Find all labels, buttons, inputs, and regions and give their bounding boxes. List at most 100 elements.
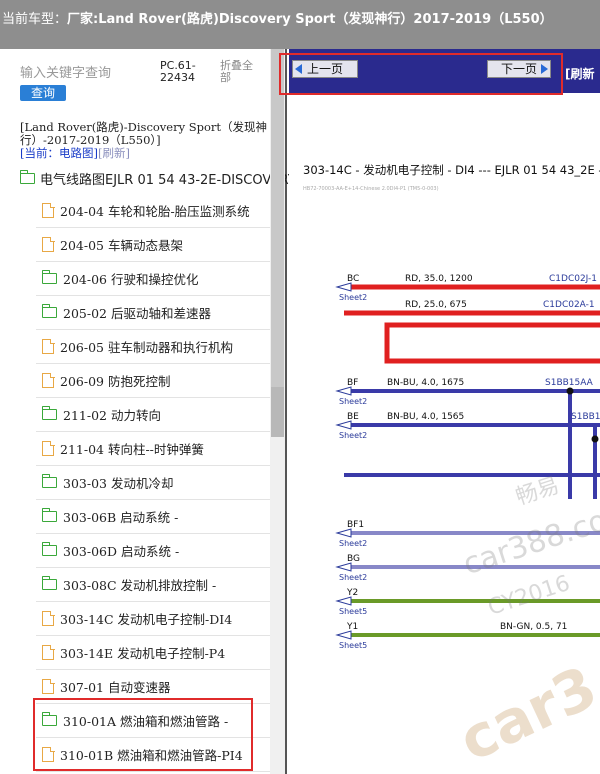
tree-item-label: 211-04 转向柱--时钟弹簧 xyxy=(60,442,204,457)
wire-sheet-link: Sheet5 xyxy=(339,607,367,616)
tree-item-label: 303-14C 发动机电子控制-DI4 xyxy=(60,612,233,627)
refresh-button[interactable]: [刷新 xyxy=(565,65,595,82)
wire-tag: BF xyxy=(347,378,358,388)
search-input[interactable]: 输入关键字查询 xyxy=(20,62,111,81)
wire-sheet-link: Sheet2 xyxy=(339,573,367,582)
tree-item-label: 303-14E 发动机电子控制-P4 xyxy=(60,646,226,661)
vehicle-name: 厂家:Land Rover(路虎)Discovery Sport（发现神行）20… xyxy=(67,12,553,27)
tree-item-label: 206-09 防抱死控制 xyxy=(60,374,171,389)
search-button[interactable]: 查询 xyxy=(20,85,66,101)
folder-icon xyxy=(41,406,57,420)
vehicle-label: 当前车型： xyxy=(2,12,68,27)
tree-item-label: 204-06 行驶和操控优化 xyxy=(63,272,199,287)
wire-sheet-link: Sheet2 xyxy=(339,539,367,548)
tree-item[interactable]: 303-06B 启动系统 - xyxy=(36,500,270,534)
wire-sheet-link: Sheet2 xyxy=(339,397,367,406)
wire-arrow xyxy=(335,282,352,292)
folder-icon xyxy=(41,474,57,488)
document-icon xyxy=(42,644,55,660)
collapse-all-link[interactable]: 折叠全部 xyxy=(220,60,260,84)
wire-spec: RD, 25.0, 675 xyxy=(405,300,467,310)
junction-dot xyxy=(566,387,574,395)
tree-item[interactable]: 204-06 行驶和操控优化 xyxy=(36,262,270,296)
wire-tag: BF1 xyxy=(347,520,364,530)
wire-tag: BE xyxy=(347,412,359,422)
folder-icon xyxy=(41,508,57,522)
wire-tag: BC xyxy=(347,274,359,284)
sidebar-scrollbar[interactable] xyxy=(270,49,285,774)
tree-root-label: 电气线路图EJLR 01 54 43-2E-DISCOVERY xyxy=(40,173,296,188)
wire-spec: BN-BU, 4.0, 1565 xyxy=(387,412,464,422)
tree-item-label: 303-03 发动机冷却 xyxy=(63,476,174,491)
tree-item[interactable]: 303-03 发动机冷却 xyxy=(36,466,270,500)
tree-item-label: 206-05 驻车制动器和执行机构 xyxy=(60,340,233,355)
tree-item[interactable]: 303-08C 发动机排放控制 - xyxy=(36,568,270,602)
document-icon xyxy=(42,372,55,388)
wire-spec: BN-BU, 4.0, 1675 xyxy=(387,378,464,388)
wire-sheet-link: Sheet2 xyxy=(339,431,367,440)
tree-item-label: 303-06D 启动系统 - xyxy=(63,544,180,559)
current-section-link[interactable]: [当前：电路图] xyxy=(20,146,98,160)
breadcrumb-path: [Land Rover(路虎)-Discovery Sport（发现神行）-20… xyxy=(20,120,268,147)
tree-item-label: 303-08C 发动机排放控制 - xyxy=(63,578,217,593)
pc-code: PC.61-22434 xyxy=(160,59,196,84)
tree-item[interactable]: 211-04 转向柱--时钟弹簧 xyxy=(36,432,270,466)
connector-label: S1BB15AA xyxy=(545,378,594,388)
tree-item[interactable]: 206-05 驻车制动器和执行机构 xyxy=(36,330,270,364)
highlight-box-left xyxy=(33,698,253,771)
wire-arrow xyxy=(335,386,352,396)
tree-root[interactable]: 电气线路图EJLR 01 54 43-2E-DISCOVERY xyxy=(19,169,296,188)
document-icon xyxy=(42,678,55,694)
wire-arrow xyxy=(335,562,352,572)
document-icon xyxy=(42,610,55,626)
wire-spec: RD, 35.0, 1200 xyxy=(405,274,473,284)
search-area: 输入关键字查询 查询 PC.61-22434 折叠全部 xyxy=(20,59,270,101)
junction-dot xyxy=(591,435,599,443)
diagram-viewer: 上一页 下一页 [刷新 303-14C - 发动机电子控制 - DI4 --- … xyxy=(289,49,600,774)
tree-item-label: 307-01 自动变速器 xyxy=(60,680,171,695)
folder-icon xyxy=(41,304,57,318)
connector-label: C1DC02A-1 xyxy=(543,300,595,310)
wire-tag: Y1 xyxy=(346,622,358,632)
document-icon xyxy=(42,338,55,354)
wire-sheet-link: Sheet5 xyxy=(339,641,367,650)
wire-tag: BG xyxy=(347,554,360,564)
tree-item[interactable]: 303-14E 发动机电子控制-P4 xyxy=(36,636,270,670)
wire-arrow xyxy=(335,420,352,430)
folder-icon xyxy=(41,542,57,556)
document-icon xyxy=(42,236,55,252)
folder-icon xyxy=(41,576,57,590)
vehicle-header: 当前车型：厂家:Land Rover(路虎)Discovery Sport（发现… xyxy=(0,0,600,49)
tree-item[interactable]: 206-09 防抱死控制 xyxy=(36,364,270,398)
scrollbar-track-fill xyxy=(271,49,284,387)
wire-arrow xyxy=(335,630,352,640)
wire-tag: Y2 xyxy=(346,588,358,598)
tree-item-label: 211-02 动力转向 xyxy=(63,408,161,423)
folder-icon xyxy=(19,170,35,184)
document-icon xyxy=(42,440,55,456)
tree-item[interactable]: 303-06D 启动系统 - xyxy=(36,534,270,568)
connector-label: C1DC02J-1 xyxy=(549,274,597,284)
catalog-sidebar: 输入关键字查询 查询 PC.61-22434 折叠全部 [Land Rover(… xyxy=(0,49,296,774)
wire-arrow xyxy=(335,528,352,538)
tree-item[interactable]: 204-05 车辆动态悬架 xyxy=(36,228,270,262)
scrollbar-thumb[interactable] xyxy=(271,387,284,437)
tree-item[interactable]: 303-14C 发动机电子控制-DI4 xyxy=(36,602,270,636)
document-icon xyxy=(42,202,55,218)
diagram-subtitle: HB72-70003-AA-E+14-Chinese 2.0DI4-P1 (TM… xyxy=(303,186,439,192)
breadcrumb: [Land Rover(路虎)-Discovery Sport（发现神行）-20… xyxy=(20,121,270,160)
tree-item-label: 303-06B 启动系统 - xyxy=(63,510,179,525)
refresh-link[interactable]: [刷新] xyxy=(98,146,130,160)
highlight-box-right xyxy=(279,53,563,95)
watermark-4: car3 xyxy=(449,652,600,774)
wire-spec: BN-GN, 0.5, 71 xyxy=(500,622,567,632)
tree-item[interactable]: 211-02 动力转向 xyxy=(36,398,270,432)
tree-list: 204-04 车轮和轮胎-胎压监测系统 204-05 车辆动态悬架 204-06 行… xyxy=(36,194,270,772)
tree-item-label: 205-02 后驱动轴和差速器 xyxy=(63,306,211,321)
wire-arrow xyxy=(335,596,352,606)
diagram-title: 303-14C - 发动机电子控制 - DI4 --- EJLR 01 54 4… xyxy=(303,163,600,177)
tree-item[interactable]: 205-02 后驱动轴和差速器 xyxy=(36,296,270,330)
tree-item-label: 204-05 车辆动态悬架 xyxy=(60,238,183,253)
connector-label: S1BB1 xyxy=(571,412,600,422)
tree-item[interactable]: 204-04 车轮和轮胎-胎压监测系统 xyxy=(36,194,270,228)
